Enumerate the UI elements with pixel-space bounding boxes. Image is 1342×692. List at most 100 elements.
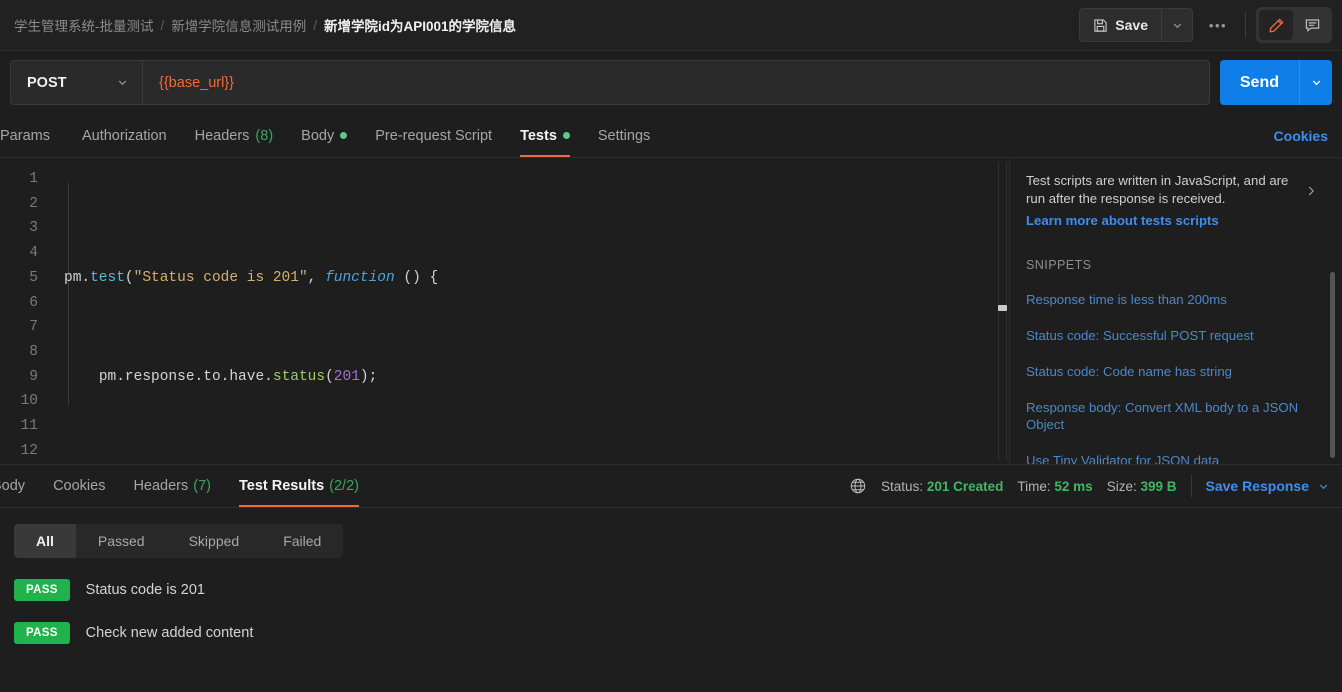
test-result-row: PASS Check new added content xyxy=(14,601,1328,644)
editor-scrollbar[interactable] xyxy=(998,162,1007,460)
top-bar-actions: Save ••• xyxy=(1079,7,1332,43)
editor-code[interactable]: pm.test("Status code is 201", function (… xyxy=(50,158,1009,464)
globe-icon[interactable] xyxy=(849,477,867,495)
code-line-2: pm.response.to.have.status(201); xyxy=(98,368,378,385)
tab-tests[interactable]: Tests xyxy=(506,114,584,157)
save-button[interactable]: Save xyxy=(1080,9,1161,41)
save-response-button[interactable]: Save Response xyxy=(1206,478,1331,494)
snippet-item[interactable]: Status code: Code name has string xyxy=(1026,363,1320,380)
line-number: 12 xyxy=(20,442,38,459)
tab-label: Headers xyxy=(194,127,250,144)
top-bar-divider xyxy=(1245,12,1246,38)
snippet-item[interactable]: Response body: Convert XML body to a JSO… xyxy=(1026,399,1320,433)
line-number: 2 xyxy=(29,195,38,212)
chevron-down-icon xyxy=(116,76,129,89)
send-button-group: Send xyxy=(1219,60,1332,105)
tab-label: Pre-request Script xyxy=(375,127,493,144)
snippets-heading: SNIPPETS xyxy=(1026,258,1092,272)
snippets-scrollbar-thumb[interactable] xyxy=(1330,272,1335,458)
tab-count-badge: (7) xyxy=(193,478,211,494)
breadcrumb-separator: / xyxy=(313,17,318,33)
save-button-group: Save xyxy=(1079,8,1193,42)
tab-pre-request-script[interactable]: Pre-request Script xyxy=(361,114,506,157)
filter-skipped[interactable]: Skipped xyxy=(167,524,262,558)
save-button-label: Save xyxy=(1115,17,1148,33)
line-number: 1 xyxy=(29,171,38,187)
breadcrumb-item-collection[interactable]: 学生管理系统-批量测试 xyxy=(14,15,154,35)
line-number: 5 xyxy=(29,269,38,286)
view-mode-group xyxy=(1256,7,1332,43)
filter-passed[interactable]: Passed xyxy=(76,524,167,558)
time-label-text: Time: xyxy=(1017,478,1051,494)
tab-label: Settings xyxy=(597,127,651,144)
snippets-scrollbar[interactable] xyxy=(1330,272,1335,458)
editor-scrollbar-thumb[interactable] xyxy=(998,305,1007,311)
snippet-item[interactable]: Use Tiny Validator for JSON data xyxy=(1026,452,1320,464)
status-value: 201 Created xyxy=(926,478,1004,494)
tab-label: Body xyxy=(0,478,26,494)
snippet-item[interactable]: Status code: Successful POST request xyxy=(1026,327,1320,344)
tab-params[interactable]: Params xyxy=(0,114,68,157)
code-line-3: }); xyxy=(64,463,1009,464)
chevron-right-icon[interactable] xyxy=(1304,184,1318,198)
snippets-intro-text: Test scripts are written in JavaScript, … xyxy=(1026,173,1289,206)
comments-button[interactable] xyxy=(1295,10,1329,40)
line-number: 8 xyxy=(29,343,38,360)
filter-all[interactable]: All xyxy=(14,524,76,558)
request-url-input[interactable]: {{base_url}} xyxy=(143,75,1209,91)
top-bar: 学生管理系统-批量测试 / 新增学院信息测试用例 / 新增学院id为API001… xyxy=(0,0,1342,51)
response-tab-bar: Body Cookies Headers (7) Test Results (2… xyxy=(0,464,1342,508)
response-meta-divider xyxy=(1190,475,1192,497)
line-number: 11 xyxy=(20,418,38,435)
send-dropdown-button[interactable] xyxy=(1300,60,1332,105)
test-result-name: Status code is 201 xyxy=(85,582,205,598)
test-result-name: Check new added content xyxy=(85,625,254,641)
code-line-1: pm.test("Status code is 201", function (… xyxy=(64,269,439,286)
line-number: 4 xyxy=(29,245,38,262)
response-tab-headers[interactable]: Headers (7) xyxy=(119,465,225,507)
send-button[interactable]: Send xyxy=(1220,60,1299,105)
learn-more-link[interactable]: Learn more about tests scripts xyxy=(1026,213,1320,228)
line-number: 10 xyxy=(20,393,38,410)
test-results-filters: All Passed Skipped Failed xyxy=(14,524,344,558)
tab-label: Body xyxy=(301,127,335,144)
edit-mode-button[interactable] xyxy=(1259,10,1293,40)
breadcrumb-item-request[interactable]: 新增学院id为API001的学院信息 xyxy=(324,15,516,35)
request-url-bar: POST {{base_url}} Send xyxy=(0,51,1342,114)
save-dropdown-button[interactable] xyxy=(1162,9,1192,41)
editor-gutter: 1 2 3 4 5 6 7 8 9 10 11 12 xyxy=(0,158,50,464)
http-method-select[interactable]: POST xyxy=(11,61,142,104)
filter-failed[interactable]: Failed xyxy=(261,524,343,558)
response-tab-cookies[interactable]: Cookies xyxy=(39,465,119,507)
line-number: 3 xyxy=(29,220,38,237)
code-editor[interactable]: 1 2 3 4 5 6 7 8 9 10 11 12 pm.test("Stat… xyxy=(0,158,1010,464)
tab-body[interactable]: Body xyxy=(287,114,361,157)
tab-authorization[interactable]: Authorization xyxy=(68,114,181,157)
breadcrumb-item-folder[interactable]: 新增学院信息测试用例 xyxy=(171,15,306,35)
tab-headers[interactable]: Headers (8) xyxy=(181,114,288,157)
response-tab-test-results[interactable]: Test Results (2/2) xyxy=(225,465,373,507)
http-method-label: POST xyxy=(27,74,67,91)
tab-settings[interactable]: Settings xyxy=(584,114,664,157)
tab-count-badge: (8) xyxy=(255,127,274,144)
more-options-button[interactable]: ••• xyxy=(1201,8,1235,42)
test-results-panel: All Passed Skipped Failed PASS Status co… xyxy=(0,508,1342,644)
response-tab-body[interactable]: Body xyxy=(0,465,39,507)
status-label: Status: 201 Created xyxy=(881,479,1003,494)
tab-label: Headers xyxy=(133,478,189,494)
tab-label: Params xyxy=(0,127,50,144)
line-number: 9 xyxy=(29,368,38,385)
snippets-panel: Test scripts are written in JavaScript, … xyxy=(1010,158,1342,464)
line-number: 7 xyxy=(29,319,38,336)
cookies-link[interactable]: Cookies xyxy=(1274,128,1332,144)
tab-label: Test Results xyxy=(239,478,325,494)
test-result-row: PASS Status code is 201 xyxy=(14,558,1328,601)
time-value: 52 ms xyxy=(1054,478,1093,494)
pencil-icon xyxy=(1268,17,1285,34)
snippet-item[interactable]: Response time is less than 200ms xyxy=(1026,291,1320,308)
editor-scrollbar-track-right xyxy=(1006,162,1007,460)
ellipsis-icon: ••• xyxy=(1208,17,1228,33)
tab-modified-dot-icon xyxy=(340,132,348,139)
status-badge: PASS xyxy=(14,622,70,644)
comment-icon xyxy=(1304,17,1321,34)
